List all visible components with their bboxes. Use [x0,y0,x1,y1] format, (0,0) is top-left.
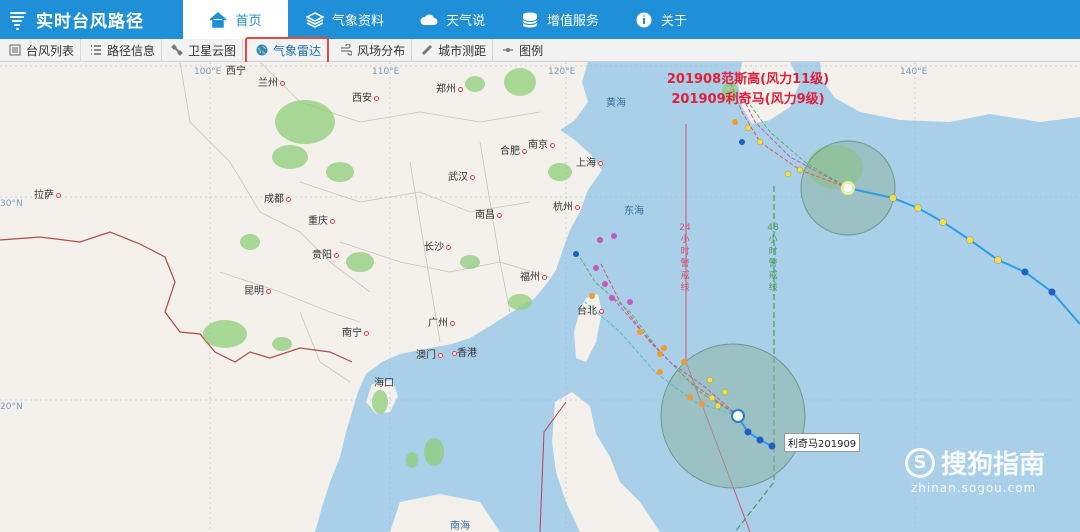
city-hefei: 合肥 [500,142,527,157]
city-changsha: 长沙 [424,238,451,253]
satellite-icon [171,44,183,56]
lekima-center [731,409,745,423]
nav-weather-talk-label: 天气说 [446,14,486,29]
tool-wind-field[interactable]: 风场分布 [331,38,413,62]
nav-value-service-label: 增值服务 [547,14,600,29]
grid-lon-120: 120°E [548,67,576,77]
sogou-logo-icon: S [905,447,935,478]
nav-about[interactable]: 关于 [617,0,705,39]
tool-typhoon-list[interactable]: 台风列表 [0,38,82,62]
city-zhengzhou: 郑州 [436,80,463,95]
philippines-land [552,392,660,532]
sea-east: 东海 [624,206,644,217]
city-taipei: 台北 [577,302,604,317]
cloud-icon [420,14,438,25]
nav-weather-data-label: 气象资料 [332,14,385,29]
tool-legend-label: 图例 [519,43,544,58]
info-icon [636,12,652,27]
tool-satellite[interactable]: 卫星云图 [162,38,244,62]
radar-globe-icon [256,44,268,56]
stack-icon [306,11,324,28]
city-fuzhou: 福州 [520,268,547,283]
typhoon-map[interactable]: 100°E 110°E 120°E 140°E 30°N 20°N 西宁 兰州 … [0,62,1080,532]
grid-lat-30: 30°N [0,199,23,209]
path-list-icon [91,45,102,55]
nav-about-label: 关于 [661,14,688,29]
grid-lon-140: 140°E [900,67,928,77]
city-macau: 澳门 [416,346,443,361]
storm-title-francisco: 201908范斯高(风力11级) [666,72,830,87]
francisco-forecast-points [732,119,804,178]
tool-city-distance-label: 城市测距 [438,43,487,58]
tool-weather-radar[interactable]: 气象雷达 [245,36,330,64]
city-chongqing: 重庆 [308,212,335,227]
city-guiyang: 贵阳 [312,246,339,261]
tool-path-info[interactable]: 路径信息 [81,38,163,62]
grid-lat-20: 20°N [0,402,23,412]
watermark-sub: zhinan.sogou.com [911,481,1037,495]
tool-typhoon-list-label: 台风列表 [26,43,75,58]
warning-24h-label: 24小时警戒线 [679,223,691,293]
grid-lon-100: 100°E [194,67,222,77]
ruler-icon [422,44,433,56]
sea-south: 南海 [450,521,470,532]
nav-value-service[interactable]: 增值服务 [503,0,617,39]
nav-weather-talk[interactable]: 天气说 [402,0,503,39]
nav-weather-data[interactable]: 气象资料 [288,0,402,39]
wind-icon [341,44,353,56]
lekima-label-tag[interactable]: 利奇马201909 [784,433,861,452]
city-nanjing: 南京 [528,136,555,151]
borneo-land [390,494,500,532]
city-lanzhou: 兰州 [258,74,285,89]
list-icon [9,44,21,56]
watermark-main: 搜狗指南 [941,450,1046,480]
city-nanchang: 南昌 [475,206,502,221]
legend-icon [503,48,514,52]
storm-titles: 201908范斯高(风力11级) 201909利奇马(风力9级) [628,70,868,110]
tool-city-distance[interactable]: 城市测距 [412,38,494,62]
main-nav: 首页 气象资料 天气说 增值服务 关于 [183,0,705,39]
home-icon [209,11,227,28]
city-kunming: 昆明 [244,282,271,297]
database-icon [522,12,538,27]
grid-lon-110: 110°E [372,67,400,77]
city-xining: 西宁 [226,66,246,77]
city-hongkong: 香港 [450,344,477,359]
warning-48h-label: 48小时警戒线 [767,223,779,293]
city-xian: 西安 [352,89,379,104]
tool-legend[interactable]: 图例 [493,39,549,62]
tool-wind-field-label: 风场分布 [357,43,406,58]
city-wuhan: 武汉 [448,168,475,183]
nav-home[interactable]: 首页 [183,0,288,39]
city-chengdu: 成都 [264,190,291,205]
tool-weather-radar-label: 气象雷达 [273,43,322,58]
nav-home-label: 首页 [235,14,262,29]
typhoon-logo-icon [10,11,26,30]
city-hangzhou: 杭州 [553,198,580,213]
francisco-track-points [889,194,1056,296]
city-nanning: 南宁 [342,324,369,339]
city-haikou: 海口 [374,378,394,389]
city-guangzhou: 广州 [428,314,455,329]
sogou-watermark: S 搜狗指南 zhinan.sogou.com [905,444,1045,495]
city-lasa: 拉萨 [34,186,61,201]
app-title: 实时台风路径 [36,12,144,32]
app-logo[interactable]: 实时台风路径 [0,0,183,39]
top-bar: 实时台风路径 首页 气象资料 天气说 增值服务 关于 [0,0,1080,39]
map-toolbar: 台风列表 路径信息 卫星云图 气象雷达 风场分布 城市测距 图例 [0,36,1080,64]
tool-path-info-label: 路径信息 [107,43,156,58]
sea-yellow: 黄海 [606,98,626,109]
storm-title-lekima: 201909利奇马(风力9级) [671,92,825,107]
tool-satellite-label: 卫星云图 [188,43,237,58]
city-shanghai: 上海 [576,154,603,169]
